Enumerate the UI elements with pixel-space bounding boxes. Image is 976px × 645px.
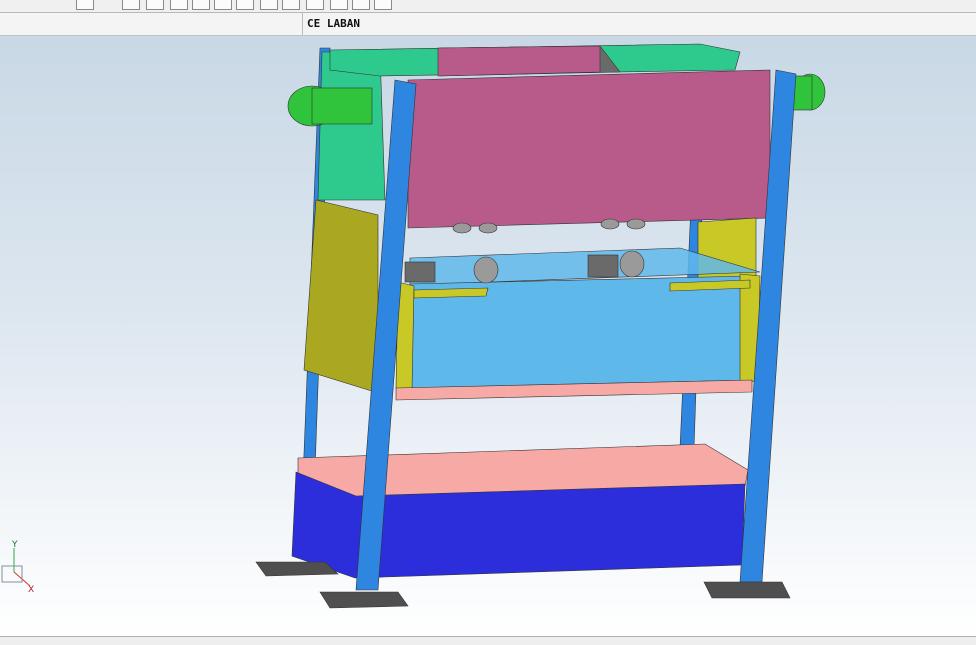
left-olive-panel [303,199,379,394]
foot-plate-front-left [319,591,409,609]
pen-tool-button[interactable] [330,0,348,10]
axis-tool-button[interactable] [236,0,254,10]
document-tab-title[interactable]: CE LABAN [302,13,360,35]
axis-y-label: Y [11,540,18,550]
crosshair-button[interactable] [306,0,324,10]
3d-viewport[interactable]: Y X [0,36,976,636]
snap-gear-button[interactable] [146,0,164,10]
axis-x-label: X [28,585,34,595]
render-style-button[interactable] [374,0,392,10]
axis-triad: Y X [1,540,34,595]
arc-tool-button[interactable] [214,0,232,10]
select-filter-button[interactable] [76,0,94,10]
left-motor-body [311,87,373,125]
top-cover-back [437,45,601,77]
rotate-tool-button[interactable] [260,0,278,10]
line-tool-button[interactable] [170,0,188,10]
document-tab-row: CE LABAN [0,13,976,36]
snap-points-button[interactable] [122,0,140,10]
circle-point-button[interactable] [282,0,300,10]
middle-yellow-bar-left [413,287,489,299]
toolbar [0,0,976,13]
arrow-tool-button[interactable] [192,0,210,10]
view-direction-button[interactable] [352,0,370,10]
foot-plate-back-left [255,561,339,577]
foot-plate-front-right [703,581,791,599]
roller-unit-right [587,250,645,278]
machine-model[interactable]: Y X [0,36,976,636]
top-cover-panel [407,69,771,229]
